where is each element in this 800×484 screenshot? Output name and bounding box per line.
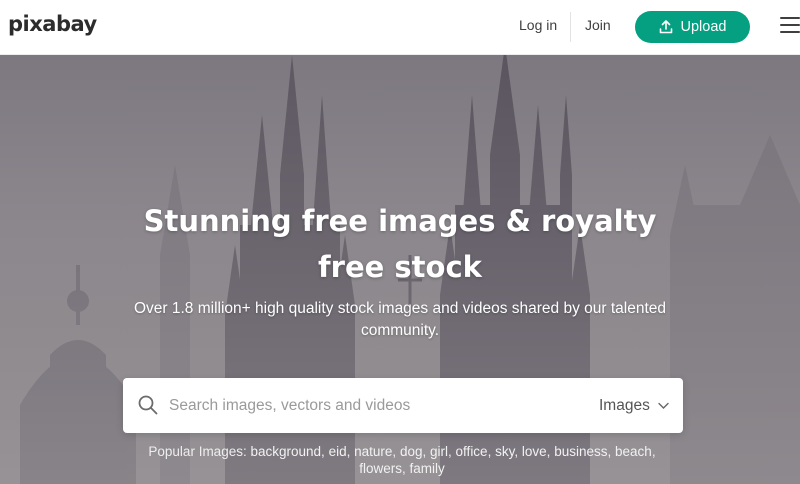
popular-tag-link[interactable]: dog <box>400 444 423 459</box>
popular-tag-list: background, eid, nature, dog, girl, offi… <box>250 444 656 476</box>
popular-tag-link[interactable]: business <box>554 444 607 459</box>
popular-tag-link[interactable]: background <box>250 444 321 459</box>
pixabay-logo[interactable]: pixabay <box>8 12 97 36</box>
hero-section: Stunning free images & royalty free stoc… <box>0 55 800 484</box>
chevron-down-icon <box>658 402 669 409</box>
upload-icon <box>659 20 672 34</box>
popular-tag-link[interactable]: eid <box>329 444 347 459</box>
popular-tag-link[interactable]: beach <box>615 444 652 459</box>
login-link[interactable]: Log in <box>519 17 557 33</box>
upload-button-label: Upload <box>680 19 727 35</box>
nav-divider <box>570 12 571 42</box>
popular-tag-link[interactable]: girl <box>430 444 448 459</box>
upload-button[interactable]: Upload <box>635 11 750 43</box>
search-bar: Images <box>123 378 683 433</box>
popular-tag-link[interactable]: nature <box>354 444 392 459</box>
media-type-select[interactable]: Images <box>599 396 669 416</box>
hamburger-menu-icon[interactable] <box>780 17 800 35</box>
top-header: pixabay Log in Join Upload <box>0 0 800 55</box>
popular-label: Popular Images: <box>148 444 247 459</box>
hero-subtitle: Over 1.8 million+ high quality stock ima… <box>133 300 667 339</box>
popular-tag-link[interactable]: flowers <box>359 461 402 476</box>
hero-title: Stunning free images & royalty free stoc… <box>143 204 657 284</box>
popular-tag-link[interactable]: love <box>522 444 547 459</box>
media-type-label: Images <box>599 397 650 414</box>
popular-tag-link[interactable]: office <box>456 444 488 459</box>
popular-tag-link[interactable]: family <box>410 461 445 476</box>
popular-tags: Popular Images: background, eid, nature,… <box>140 443 664 477</box>
join-link[interactable]: Join <box>585 17 611 33</box>
search-input[interactable] <box>169 388 589 424</box>
popular-tag-link[interactable]: sky <box>495 444 514 459</box>
search-icon[interactable] <box>138 395 158 415</box>
